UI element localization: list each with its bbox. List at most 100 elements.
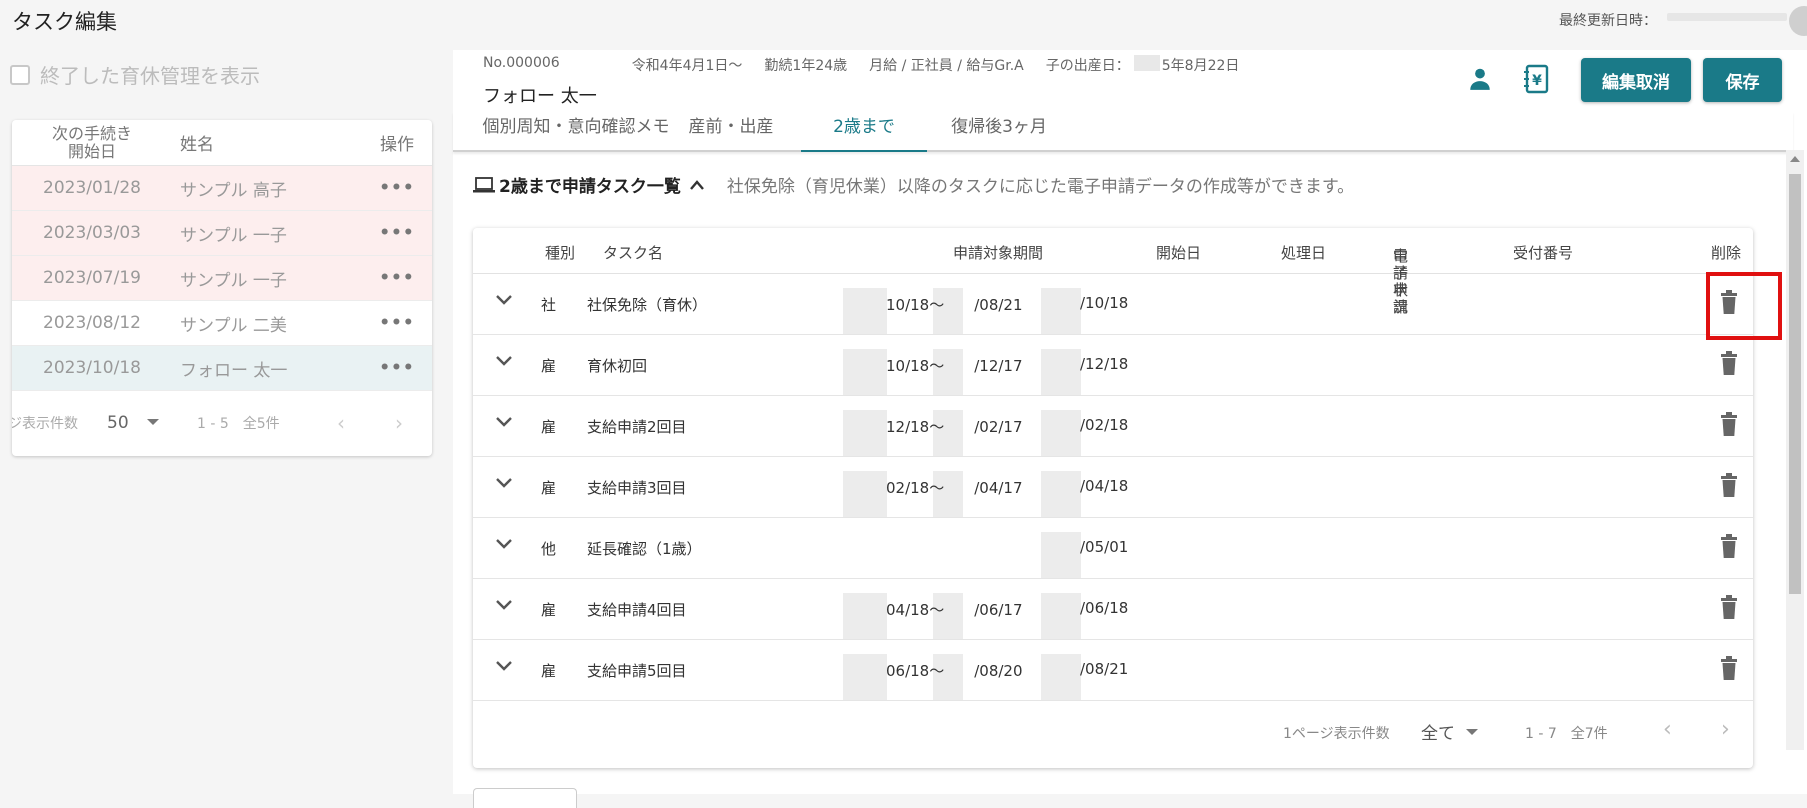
redacted (1041, 654, 1081, 700)
trash-icon[interactable] (1719, 350, 1739, 380)
redacted (1041, 410, 1081, 456)
tab-bar: 個別周知・意向確認メモ 産前・出産 2歳まで 復帰後3ヶ月 (453, 112, 1793, 152)
task-start-date: /10/18 (1080, 294, 1129, 312)
redacted (1133, 55, 1160, 71)
list-item[interactable]: 2023/03/03 サンプル 一子 ••• (12, 211, 432, 256)
expand-chevron-icon[interactable] (495, 658, 513, 676)
yen-ledger-icon[interactable]: ¥ (1523, 64, 1551, 98)
redacted (1041, 532, 1081, 578)
table-row[interactable]: 雇 育休初回 10/18～ /12/17/12/18 (473, 335, 1753, 396)
section-description: 社保免除（育児休業）以降のタスクに応じた電子申請データの作成等ができます。 (726, 177, 1355, 197)
tab-after-return[interactable]: 復帰後3ヶ月 (943, 112, 1055, 152)
more-icon[interactable]: ••• (362, 313, 432, 333)
task-start-date: /06/18 (1080, 599, 1129, 617)
tab-notice-memo[interactable]: 個別周知・意向確認メモ (481, 112, 671, 152)
expand-chevron-icon[interactable] (495, 292, 513, 310)
prev-page-icon[interactable]: ‹ (1663, 717, 1672, 742)
save-button[interactable]: 保存 (1703, 58, 1782, 102)
person-icon[interactable] (1467, 66, 1493, 96)
task-name: 支給申請5回目 (587, 662, 687, 680)
list-item[interactable]: 2023/07/19 サンプル 一子 ••• (12, 256, 432, 301)
trash-icon[interactable] (1719, 289, 1739, 319)
redacted (843, 471, 887, 517)
birth-label: 子の出産日： (1045, 58, 1130, 74)
per-page-select[interactable]: 全て (1421, 719, 1455, 744)
top-bar: タスク編集 最終更新日時： (0, 0, 1807, 40)
list-item[interactable]: 2023/08/12 サンプル 二美 ••• (12, 301, 432, 346)
table-row[interactable]: 雇 支給申請5回目 06/18～ /08/20/08/21 (473, 640, 1753, 701)
per-page-label: 1ページ表示件数 (1283, 726, 1390, 742)
col-next-date[interactable]: 次の手続き 開始日 (12, 124, 172, 161)
more-icon[interactable]: ••• (362, 223, 432, 243)
last-updated-value (1667, 13, 1787, 21)
scroll-up-icon[interactable] (1790, 156, 1800, 162)
employee-tenure: 勤続1年24歳 (764, 58, 848, 74)
chevron-down-icon[interactable] (1466, 729, 1478, 735)
page-range: 1 - 7 全7件 (1525, 726, 1608, 742)
redacted (843, 288, 887, 334)
expand-chevron-icon[interactable] (495, 536, 513, 554)
task-period: 12/18～ /02/17 (886, 418, 1023, 436)
table-header: 種別 タスク名 申請対象期間 開始日 処理日 電子申請 申請状況 受付番号 削除 (473, 228, 1753, 316)
col-delete: 削除 (1711, 244, 1742, 262)
cancel-edit-button[interactable]: 編集取消 (1581, 58, 1691, 102)
page-range: 1 - 5 全5件 (197, 416, 280, 432)
chevron-up-icon[interactable] (689, 179, 705, 191)
trash-icon[interactable] (1719, 655, 1739, 685)
show-finished-filter[interactable]: 終了した育休管理を表示 (10, 60, 260, 89)
employee-name: フォロー 太一 (483, 86, 597, 107)
trash-icon[interactable] (1719, 472, 1739, 502)
tab-prenatal[interactable]: 産前・出産 (681, 112, 781, 152)
task-start-date: /05/01 (1080, 538, 1129, 556)
scrollbar[interactable] (1786, 150, 1804, 750)
show-finished-label: 終了した育休管理を表示 (40, 64, 260, 88)
trash-icon[interactable] (1719, 411, 1739, 441)
list-item[interactable]: 2023/01/28 サンプル 高子 ••• (12, 166, 432, 211)
expand-chevron-icon[interactable] (495, 414, 513, 432)
page-title: タスク編集 (12, 10, 117, 34)
per-page-select[interactable]: 50 (107, 413, 129, 433)
more-icon[interactable]: ••• (362, 268, 432, 288)
trash-icon[interactable] (1719, 594, 1739, 624)
redacted (1041, 349, 1081, 395)
col-type: 種別 (545, 244, 576, 262)
list-item-selected[interactable]: 2023/10/18 フォロー 太一 ••• (12, 346, 432, 391)
birth-date: 5年8月22日 (1161, 58, 1240, 74)
task-name: 支給申請3回目 (587, 479, 687, 497)
expand-chevron-icon[interactable] (495, 353, 513, 371)
more-icon[interactable]: ••• (362, 178, 432, 198)
per-page-label: ジ表示件数 (12, 416, 78, 432)
task-type: 雇 (541, 418, 557, 436)
table-row[interactable]: 雇 支給申請4回目 04/18～ /06/17/06/18 (473, 579, 1753, 640)
col-period: 申請対象期間 (953, 244, 1044, 262)
table-row[interactable]: 雇 支給申請2回目 12/18～ /02/17/02/18 (473, 396, 1753, 457)
redacted (843, 593, 887, 639)
col-action: 操作 (380, 135, 414, 155)
collapsed-panel-tab[interactable] (473, 788, 577, 808)
trash-icon[interactable] (1719, 533, 1739, 563)
scroll-thumb[interactable] (1789, 174, 1801, 594)
next-page-icon[interactable]: › (395, 411, 403, 435)
show-finished-checkbox[interactable] (10, 64, 30, 85)
table-row[interactable]: 他 延長確認（1歳） /05/01 (473, 518, 1753, 579)
task-type: 雇 (541, 662, 557, 680)
prev-page-icon[interactable]: ‹ (337, 411, 345, 435)
col-processed: 処理日 (1281, 244, 1327, 262)
task-start-date: /08/21 (1080, 660, 1129, 678)
tab-until-2-years[interactable]: 2歳まで (801, 112, 927, 152)
expand-chevron-icon[interactable] (495, 597, 513, 615)
employee-number: No.000006 (483, 55, 560, 71)
col-name[interactable]: 姓名 (172, 130, 362, 155)
next-page-icon[interactable]: › (1721, 717, 1730, 742)
col-receipt: 受付番号 (1513, 244, 1574, 262)
col-start: 開始日 (1156, 244, 1202, 262)
expand-chevron-icon[interactable] (495, 475, 513, 493)
more-icon[interactable]: ••• (362, 358, 432, 378)
table-row[interactable]: 雇 支給申請3回目 02/18～ /04/17/04/18 (473, 457, 1753, 518)
table-row[interactable]: 社 社保免除（育休） 10/18～ /08/21/10/18 (473, 274, 1753, 335)
avatar[interactable] (1789, 6, 1807, 36)
task-type: 雇 (541, 357, 557, 375)
task-period: 04/18～ /06/17 (886, 601, 1023, 619)
chevron-down-icon[interactable] (147, 419, 159, 425)
task-name: 育休初回 (587, 357, 648, 375)
